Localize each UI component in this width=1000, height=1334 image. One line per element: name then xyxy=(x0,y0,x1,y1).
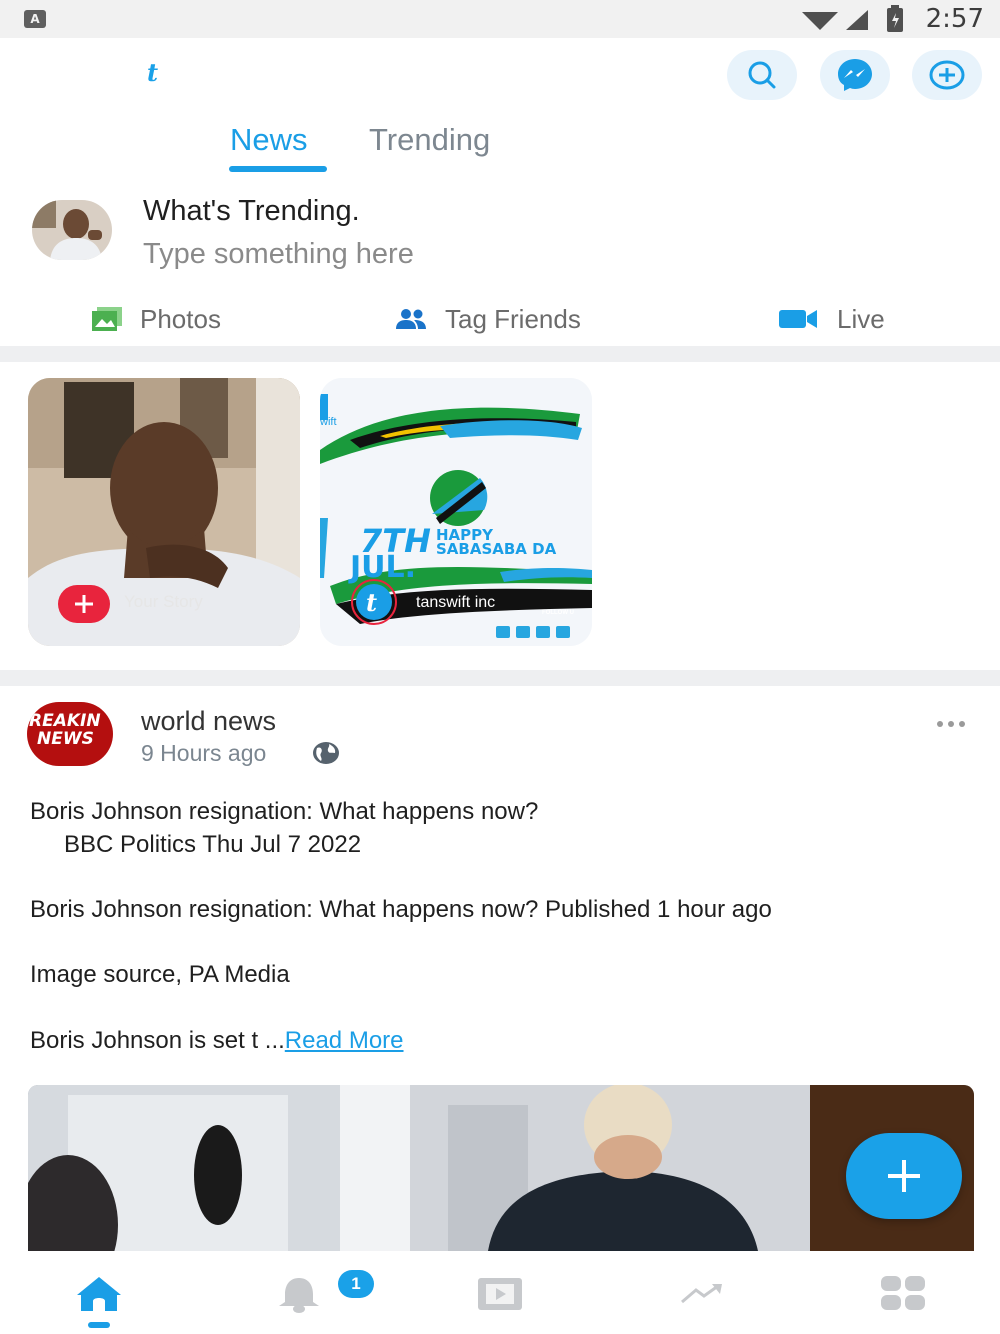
add-circle-icon xyxy=(929,60,965,90)
nav-notifications[interactable] xyxy=(271,1272,327,1316)
battery-icon xyxy=(887,5,903,32)
floating-add-button[interactable] xyxy=(846,1133,962,1219)
post-timestamp: 9 Hours ago xyxy=(141,740,267,766)
photos-button[interactable]: Photos xyxy=(92,302,221,336)
trending-icon xyxy=(681,1284,722,1304)
active-nav-indicator xyxy=(88,1322,110,1328)
your-story-card[interactable]: Your Story xyxy=(28,378,300,646)
video-camera-icon xyxy=(779,310,817,328)
section-divider xyxy=(0,670,1000,686)
post-author-name[interactable]: world news xyxy=(141,706,276,737)
post-text-line: Boris Johnson resignation: What happens … xyxy=(30,896,772,923)
user-avatar[interactable] xyxy=(32,200,112,260)
notification-badge: 1 xyxy=(338,1270,374,1298)
add-story-button[interactable] xyxy=(58,585,110,623)
people-icon xyxy=(396,309,426,329)
search-button[interactable] xyxy=(727,50,797,100)
post-text-line: BBC Politics Thu Jul 7 2022 xyxy=(64,831,362,858)
active-tab-indicator xyxy=(229,166,327,172)
clock: 2:57 xyxy=(925,4,984,34)
post-text-line: Boris Johnson resignation: What happens … xyxy=(30,798,539,825)
story-author-label: tanswift inc xyxy=(416,594,496,611)
notification-icon: A xyxy=(24,10,46,28)
home-icon xyxy=(77,1277,121,1311)
flyer-month: JUL. xyxy=(350,550,417,585)
breaking-news-logo: REAKIN NEWS xyxy=(29,711,101,749)
more-dots-icon xyxy=(937,721,965,727)
tag-friends-label: Tag Friends xyxy=(445,303,581,334)
nav-trending[interactable] xyxy=(674,1272,730,1316)
composer-title: What's Trending. xyxy=(143,195,360,227)
photos-label: Photos xyxy=(140,303,221,334)
messenger-button[interactable] xyxy=(820,50,890,100)
create-button[interactable] xyxy=(912,50,982,100)
nav-menu[interactable] xyxy=(875,1272,931,1316)
flyer-greeting: HAPPY SABASABA DA xyxy=(436,526,557,558)
post-options-button[interactable] xyxy=(936,704,966,735)
post-image[interactable] xyxy=(28,1085,974,1251)
app-logo[interactable]: t xyxy=(147,58,158,87)
photo-icon xyxy=(92,307,122,331)
read-more-link[interactable]: Read More xyxy=(285,1027,404,1054)
nav-home[interactable] xyxy=(71,1272,127,1316)
live-label: Live xyxy=(837,303,885,334)
tab-trending[interactable]: Trending xyxy=(369,122,490,158)
globe-icon xyxy=(313,742,339,764)
signal-icons xyxy=(802,10,868,30)
flyer-follow-text: FOLLOW U xyxy=(542,610,574,616)
plus-icon xyxy=(75,595,93,613)
video-icon xyxy=(478,1278,522,1310)
tab-news[interactable]: News xyxy=(230,122,308,158)
post-composer-input[interactable] xyxy=(143,238,743,271)
story-card-tanswift[interactable]: wift 7TH JUL. HAPPY SABASABA DA FOLLOW U… xyxy=(320,378,592,646)
tanswift-logo-icon: t xyxy=(366,588,378,617)
section-divider xyxy=(0,346,1000,362)
tag-friends-button[interactable]: Tag Friends xyxy=(395,302,581,336)
post-text-truncated: Boris Johnson is set t ...Read More xyxy=(30,1027,404,1054)
flyer-corner-text: wift xyxy=(320,416,337,428)
search-icon xyxy=(748,61,776,89)
menu-grid-icon xyxy=(881,1276,925,1310)
plus-icon xyxy=(888,1160,920,1192)
your-story-label: Your Story xyxy=(124,592,203,611)
messenger-icon xyxy=(838,59,872,91)
post-author-avatar[interactable]: REAKIN NEWS xyxy=(27,702,113,766)
live-button[interactable]: Live xyxy=(779,302,885,336)
bell-icon xyxy=(279,1278,319,1313)
nav-videos[interactable] xyxy=(472,1272,528,1316)
post-text-line: Image source, PA Media xyxy=(30,961,290,988)
